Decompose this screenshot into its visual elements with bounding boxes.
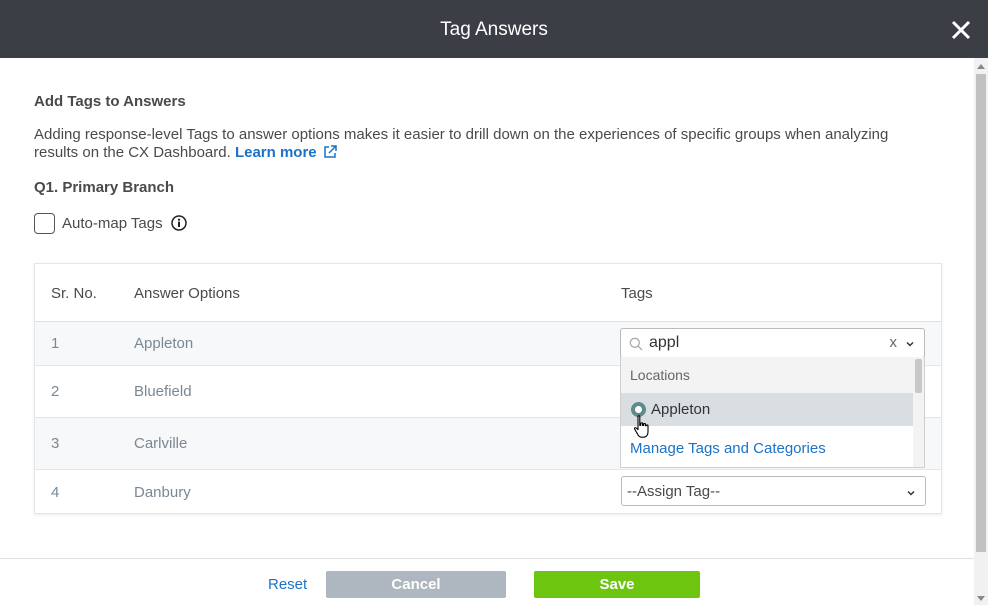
row-answer: Carlville: [134, 435, 188, 452]
row-sr-no: 4: [51, 484, 60, 501]
assign-tag-value: --Assign Tag--: [627, 483, 721, 500]
info-icon[interactable]: [170, 215, 187, 231]
search-icon: [629, 337, 643, 351]
row-sr-no: 3: [51, 435, 60, 452]
automap-checkbox[interactable]: [34, 212, 55, 234]
dialog-title: Tag Answers: [440, 19, 548, 40]
dropdown-scrollbar[interactable]: [913, 357, 924, 467]
hand-cursor-icon: [633, 415, 649, 438]
dropdown-group-header: Locations: [621, 357, 914, 393]
save-button[interactable]: Save: [534, 571, 700, 598]
header-answer-options: Answer Options: [134, 285, 240, 302]
clear-search-button[interactable]: x: [890, 334, 898, 351]
manage-tags-link[interactable]: Manage Tags and Categories: [630, 440, 826, 457]
close-icon[interactable]: [950, 19, 972, 41]
dropdown-scrollbar-thumb[interactable]: [915, 359, 922, 393]
dialog-header: Tag Answers: [0, 0, 988, 58]
row-sr-no: 1: [51, 335, 60, 352]
section-title: Add Tags to Answers: [34, 93, 186, 110]
row-answer: Appleton: [134, 335, 194, 352]
row-answer: Danbury: [134, 484, 191, 501]
group-label: Locations: [630, 367, 690, 383]
table-row: 4 Danbury --Assign Tag--: [35, 470, 941, 514]
section-description: Adding response-level Tags to answer opt…: [34, 126, 934, 162]
external-link-icon[interactable]: [323, 145, 337, 159]
header-tags: Tags: [621, 285, 653, 302]
description-text: Adding response-level Tags to answer opt…: [34, 126, 889, 161]
scrollbar-thumb[interactable]: [976, 74, 986, 552]
page-scrollbar[interactable]: [974, 58, 988, 605]
option-label: Appleton: [651, 401, 711, 418]
chevron-down-icon[interactable]: [906, 340, 914, 348]
dialog-footer: Reset Cancel Save: [0, 558, 974, 605]
table-header: Sr. No. Answer Options Tags: [35, 264, 941, 322]
row-answer: Bluefield: [134, 383, 192, 400]
dropdown-option[interactable]: Appleton: [621, 393, 914, 426]
automap-row: Auto-map Tags: [34, 212, 187, 234]
automap-label: Auto-map Tags: [62, 214, 163, 232]
assign-tag-select[interactable]: --Assign Tag--: [621, 476, 926, 506]
tag-dropdown-menu: Locations Appleton Manage Tags and Categ…: [620, 357, 925, 468]
chevron-down-icon: [907, 490, 915, 496]
tag-search-value: appl: [649, 334, 680, 351]
reset-button[interactable]: Reset: [268, 576, 307, 593]
scroll-up-icon[interactable]: [977, 64, 985, 69]
scroll-down-icon[interactable]: [977, 596, 985, 601]
header-sr-no: Sr. No.: [51, 285, 97, 302]
tag-search-input[interactable]: appl x: [620, 328, 925, 358]
question-title: Q1. Primary Branch: [34, 179, 175, 196]
row-sr-no: 2: [51, 383, 60, 400]
cancel-button[interactable]: Cancel: [326, 571, 506, 598]
learn-more-link[interactable]: Learn more: [235, 144, 317, 161]
